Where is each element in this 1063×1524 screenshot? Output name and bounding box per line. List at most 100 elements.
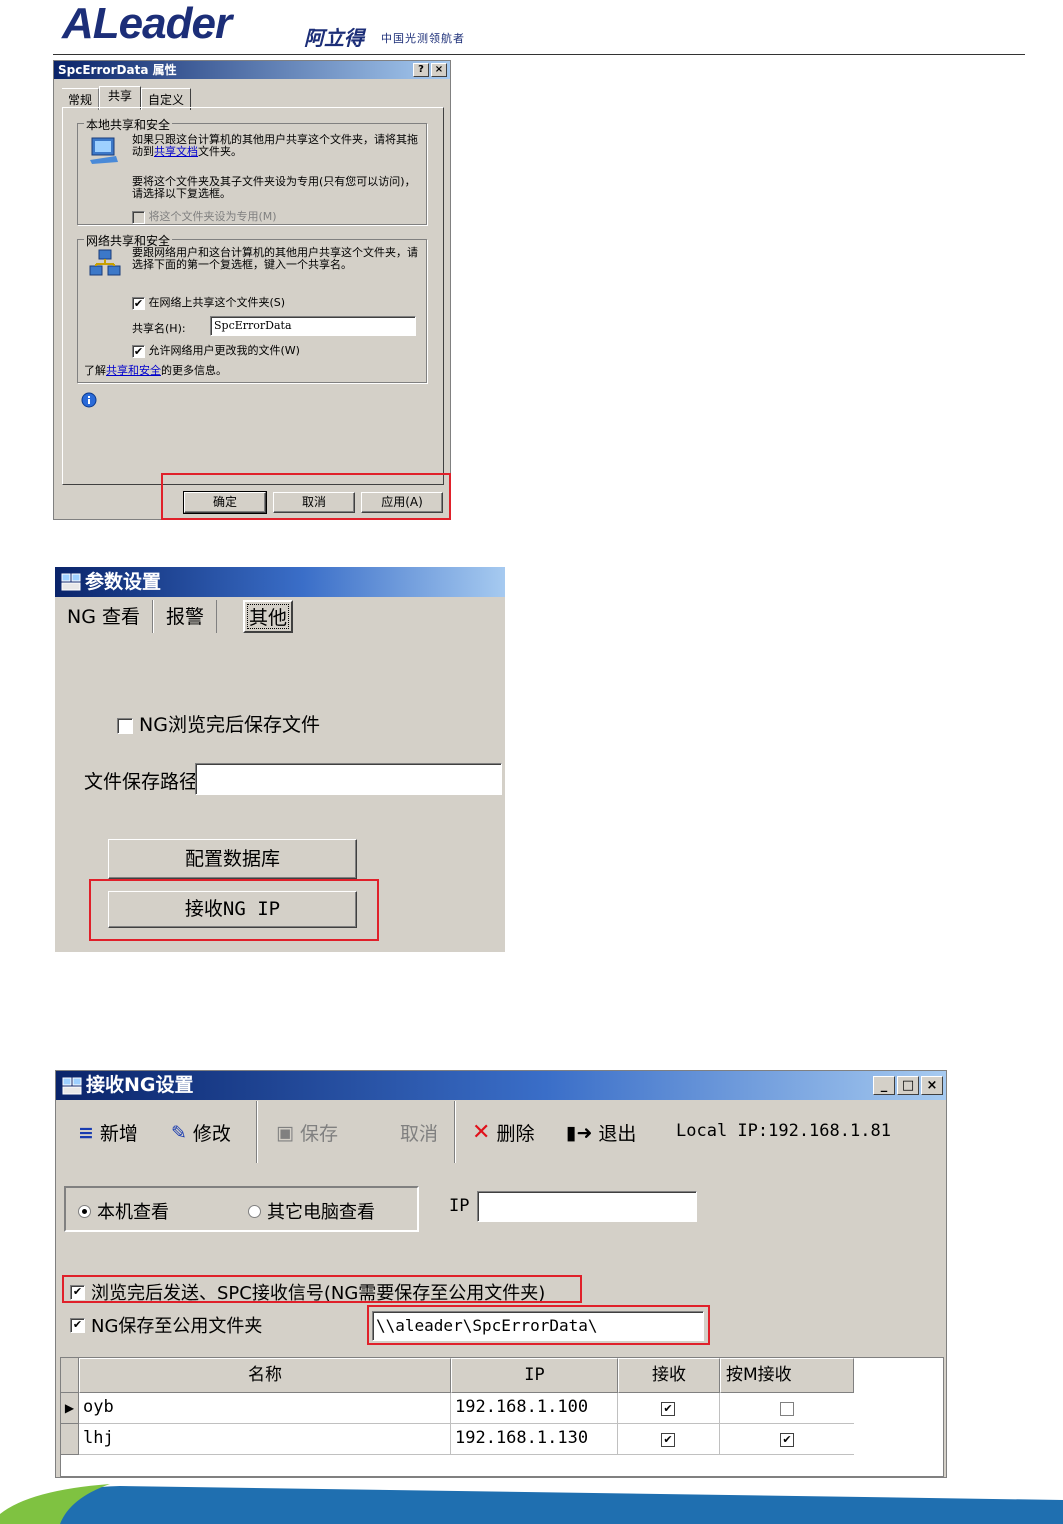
network-share-icon (89, 249, 121, 276)
add-icon: ≡ (78, 1121, 94, 1144)
row-header-corner (61, 1358, 79, 1393)
disk-icon: ▣ (276, 1121, 294, 1144)
cancel-button[interactable]: 取消 (400, 1119, 438, 1146)
cell-receive-m-checkbox[interactable]: ✔ (780, 1433, 794, 1447)
delete-button[interactable]: ✕ 删除 (472, 1119, 534, 1146)
company-logo: ALeader (62, 0, 232, 48)
add-button[interactable]: ≡ 新增 (78, 1119, 138, 1146)
info-icon (81, 392, 97, 408)
col-divider (719, 1393, 720, 1424)
ng-titlebar: 接收NG设置 _ □ × (56, 1071, 946, 1100)
ip-label: IP (449, 1196, 470, 1216)
properties-title: SpcErrorData 属性 (58, 63, 177, 77)
row-selector[interactable] (61, 1424, 79, 1455)
header-divider (53, 54, 1025, 55)
save-public-row[interactable]: ✔ NG保存至公用文件夹 (70, 1312, 262, 1338)
col-divider (617, 1424, 618, 1455)
company-logo-cn: 阿立得 (304, 26, 364, 50)
radio-local-row[interactable]: 本机查看 (78, 1198, 169, 1224)
tagline: 中国光测领航者 (381, 32, 465, 45)
path-label: 文件保存路径 (84, 771, 199, 793)
toolbar: ≡ 新增 ✎ 修改 ▣ 保存 取消 ✕ 删除 ▮➜ 退出 Local IP:192.168… (56, 1101, 946, 1163)
save-button[interactable]: ▣ 保存 (276, 1119, 338, 1146)
close-button[interactable]: × (921, 1076, 943, 1095)
cell-name[interactable]: lhj (83, 1428, 114, 1448)
cell-receive-checkbox[interactable]: ✔ (661, 1402, 675, 1416)
share-network-checkbox[interactable]: ✔ (132, 296, 145, 310)
delete-x-icon: ✕ (472, 1120, 491, 1145)
radio-other-row[interactable]: 其它电脑查看 (248, 1198, 375, 1224)
col-divider (617, 1393, 618, 1424)
learn-more: 了解共享和安全的更多信息。 (84, 364, 227, 377)
save-public-checkbox[interactable]: ✔ (70, 1317, 85, 1333)
exit-button[interactable]: ▮➜ 退出 (566, 1119, 636, 1146)
save-file-row[interactable]: NG浏览完后保存文件 (117, 710, 320, 737)
col-header-receive-m[interactable]: 按M接收 (720, 1358, 854, 1393)
cell-ip[interactable]: 192.168.1.130 (455, 1428, 588, 1448)
radio-local[interactable] (78, 1204, 91, 1218)
params-title: 参数设置 (85, 571, 162, 593)
tab-ng-view[interactable]: NG 查看 (55, 600, 153, 633)
maximize-button[interactable]: □ (897, 1076, 919, 1095)
params-tabs: NG 查看 报警 其他 (55, 600, 294, 633)
cell-ip[interactable]: 192.168.1.100 (455, 1397, 588, 1417)
allow-change-row[interactable]: ✔ 允许网络用户更改我的文件(W) (132, 342, 300, 358)
highlight-public-path (367, 1305, 710, 1345)
local-sharing-group: 本地共享和安全 如果只跟这台计算机的其他用户共享这个文件夹，请将其拖动到共享文档… (77, 116, 427, 225)
ip-table: 名称 IP 接收 按M接收 ▶ oyb 192.168.1.100 ✔ lhj … (60, 1357, 944, 1477)
network-sharing-text: 要跟网络用户和这台计算机的其他用户共享这个文件夹，请选择下面的第一个复选框，键入… (132, 246, 418, 271)
col-header-receive[interactable]: 接收 (618, 1358, 720, 1393)
col-header-ip[interactable]: IP (451, 1358, 618, 1393)
save-file-checkbox[interactable] (117, 717, 133, 734)
col-divider (450, 1393, 451, 1424)
minimize-button[interactable]: _ (873, 1076, 895, 1095)
local-sharing-text: 如果只跟这台计算机的其他用户共享这个文件夹，请将其拖动到共享文档文件夹。 (132, 133, 418, 158)
properties-dialog: SpcErrorData 属性 ? × 常规 共享 自定义 本地共享和安全 如果… (53, 60, 451, 520)
toolbar-separator (454, 1101, 456, 1163)
ng-title: 接收NG设置 (86, 1074, 194, 1096)
row-selector-arrow-icon[interactable]: ▶ (61, 1393, 79, 1424)
footer-swoosh (0, 1484, 1063, 1524)
tab-other[interactable]: 其他 (243, 600, 294, 633)
network-sharing-group: 网络共享和安全 要跟网络用户和这台计算机的其他用户共享这个文件夹，请选择下面的第… (77, 232, 427, 383)
cell-name[interactable]: oyb (83, 1397, 114, 1417)
properties-titlebar: SpcErrorData 属性 ? × (54, 61, 450, 79)
shared-docs-link[interactable]: 共享文档 (154, 145, 198, 158)
col-divider (719, 1424, 720, 1455)
highlight-receive-ip (89, 879, 379, 941)
radio-other[interactable] (248, 1204, 261, 1218)
exit-door-icon: ▮➜ (566, 1121, 593, 1144)
app-icon (62, 1077, 82, 1094)
ip-input[interactable] (477, 1191, 697, 1222)
ng-settings-dialog: 接收NG设置 _ □ × ≡ 新增 ✎ 修改 ▣ 保存 取消 ✕ 删除 ▮➜ 退出 Loc… (55, 1070, 947, 1478)
config-db-button[interactable]: 配置数据库 (108, 839, 357, 879)
table-row[interactable]: oyb 192.168.1.100 ✔ (79, 1393, 854, 1424)
share-name-input[interactable]: SpcErrorData (210, 316, 416, 336)
share-network-row[interactable]: ✔ 在网络上共享这个文件夹(S) (132, 294, 285, 310)
edit-icon: ✎ (171, 1121, 187, 1144)
params-titlebar: 参数设置 (55, 567, 505, 597)
share-name-label: 共享名(H): (132, 322, 186, 335)
private-checkbox-row[interactable]: 将这个文件夹设为专用(M) (132, 208, 277, 224)
local-sharing-label: 本地共享和安全 (84, 116, 173, 133)
private-text: 要将这个文件夹及其子文件夹设为专用(只有您可以访问)，请选择以下复选框。 (132, 175, 416, 200)
app-icon (61, 573, 81, 591)
edit-button[interactable]: ✎ 修改 (171, 1119, 231, 1146)
close-button[interactable]: × (431, 63, 447, 77)
path-input[interactable] (195, 763, 502, 795)
local-ip: Local IP:192.168.1.81 (676, 1121, 891, 1141)
private-checkbox[interactable] (132, 210, 145, 224)
sharing-security-link[interactable]: 共享和安全 (106, 364, 161, 377)
highlight-send-signal (62, 1275, 582, 1303)
cell-receive-m-checkbox[interactable] (780, 1402, 794, 1416)
cell-receive-checkbox[interactable]: ✔ (661, 1433, 675, 1447)
col-divider (450, 1424, 451, 1455)
tab-panel: 本地共享和安全 如果只跟这台计算机的其他用户共享这个文件夹，请将其拖动到共享文档… (62, 107, 444, 485)
col-header-name[interactable]: 名称 (79, 1358, 451, 1393)
help-button[interactable]: ? (413, 63, 429, 77)
allow-change-checkbox[interactable]: ✔ (132, 344, 145, 358)
table-row[interactable]: lhj 192.168.1.130 ✔ ✔ (79, 1424, 854, 1455)
computer-share-icon (90, 137, 118, 164)
toolbar-separator (256, 1101, 258, 1163)
tab-alarm[interactable]: 报警 (152, 600, 217, 633)
